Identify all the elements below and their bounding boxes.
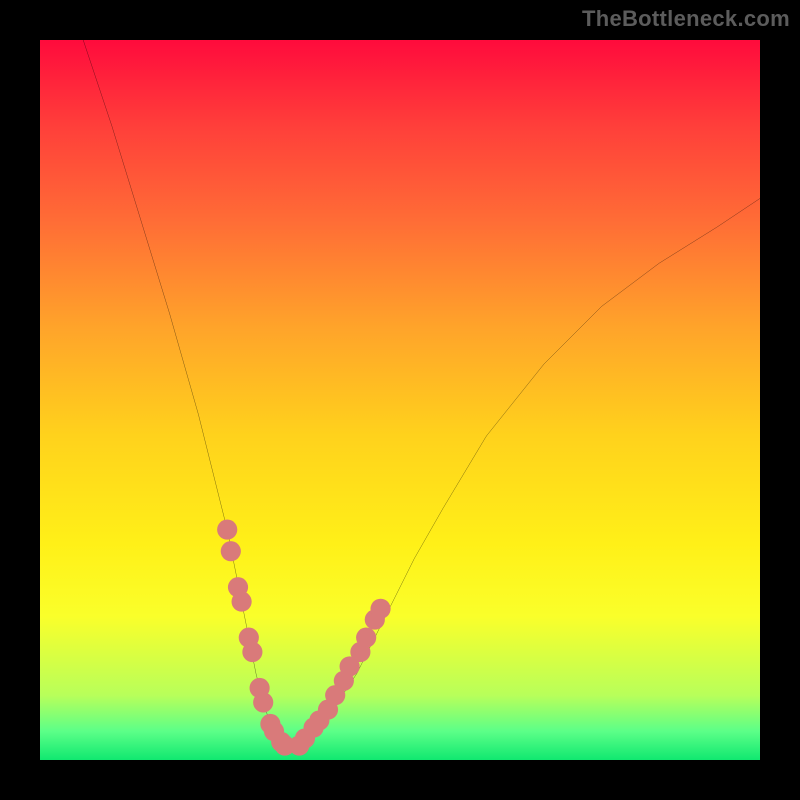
outer-frame: TheBottleneck.com: [0, 0, 800, 800]
watermark-text: TheBottleneck.com: [582, 6, 790, 32]
marker-dot: [253, 692, 273, 712]
marker-cluster-left: [217, 520, 295, 756]
marker-dot: [232, 592, 252, 612]
marker-cluster-right: [289, 599, 391, 756]
marker-dot: [221, 541, 241, 561]
chart-plot-area: [40, 40, 760, 760]
bottleneck-curve-path: [83, 40, 760, 746]
marker-dot: [356, 628, 376, 648]
chart-svg: [40, 40, 760, 760]
marker-dot: [217, 520, 237, 540]
marker-dot: [242, 642, 262, 662]
marker-dot: [370, 599, 390, 619]
